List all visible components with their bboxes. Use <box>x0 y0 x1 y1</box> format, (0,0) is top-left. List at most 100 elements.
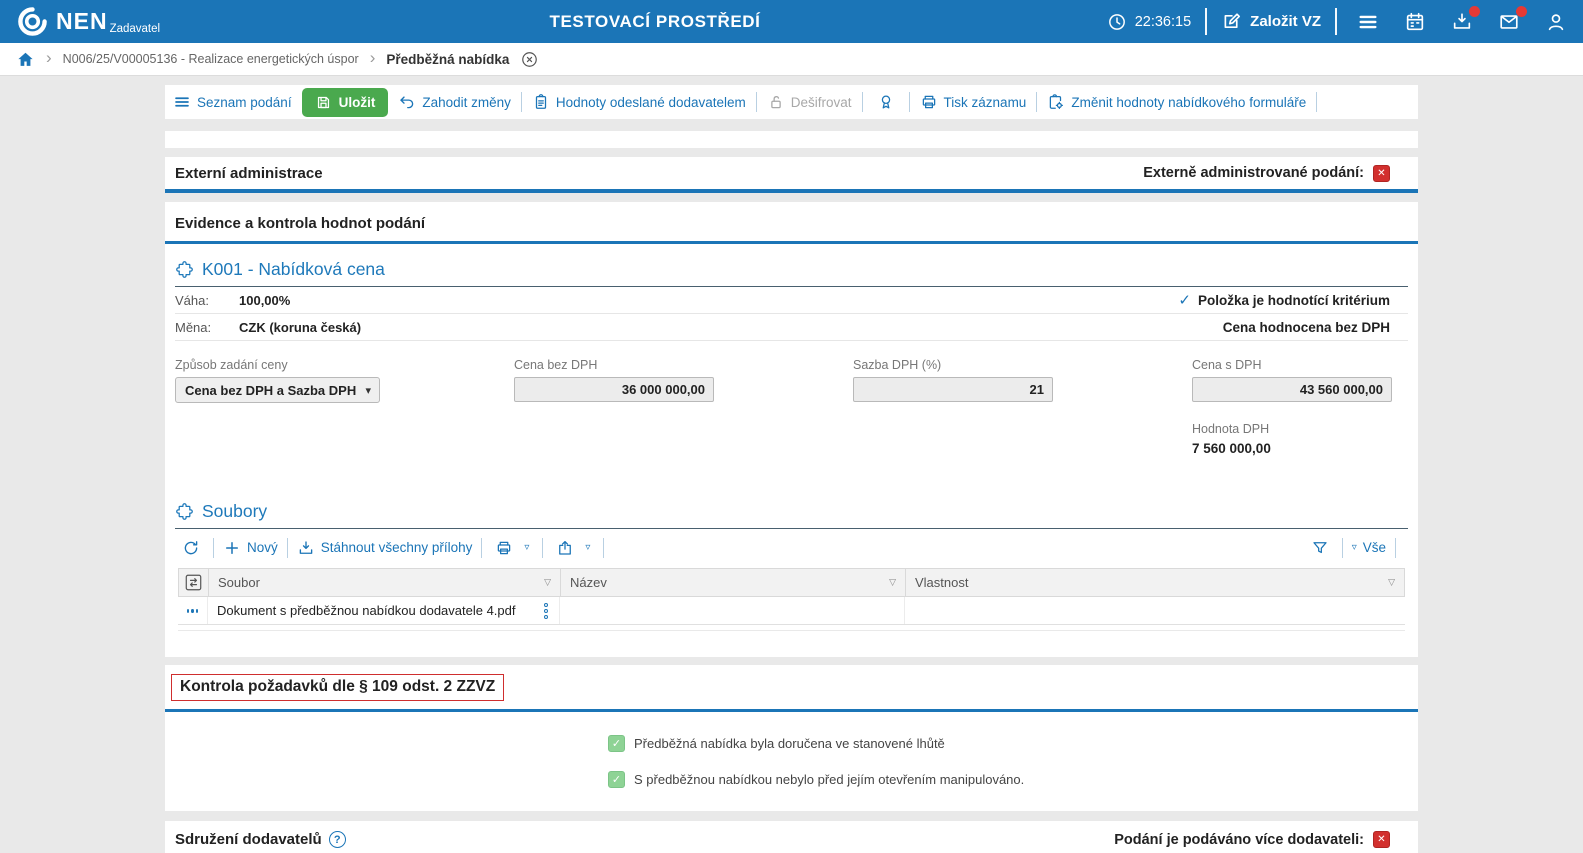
create-vz-button[interactable]: Založit VZ <box>1221 11 1321 32</box>
dropdown-triangle-icon: ▿ <box>524 542 529 553</box>
chevron-right-icon: › <box>46 49 52 66</box>
breadcrumb-procurement-link[interactable]: N006/25/V00005136 - Realizace energetick… <box>63 52 359 66</box>
award-ribbon-icon <box>877 93 895 111</box>
criterion-note: Položka je hodnotící kritérium <box>1198 293 1390 308</box>
printer-icon <box>920 93 938 111</box>
breadcrumb: › N006/25/V00005136 - Realizace energeti… <box>0 43 1583 76</box>
sort-icon: ▽ <box>544 577 551 588</box>
clock-group: 22:36:15 <box>1107 12 1191 32</box>
vat-rate-input[interactable] <box>853 377 1053 402</box>
edit-icon <box>1221 11 1242 32</box>
column-settings-button[interactable] <box>179 569 209 596</box>
filter-button[interactable] <box>1307 539 1333 557</box>
breadcrumb-current[interactable]: Předběžná nabídka <box>386 52 509 67</box>
decrypt-button[interactable]: Dešifrovat <box>767 93 852 111</box>
download-all-button[interactable]: Stáhnout všechny přílohy <box>297 539 473 557</box>
chevron-right-icon: › <box>370 49 376 66</box>
downloads-button[interactable] <box>1451 11 1473 33</box>
consortium-flag-label: Podání je podáváno více dodavateli: <box>1114 832 1364 848</box>
save-floppy-icon <box>315 94 332 111</box>
print-record-button[interactable]: Tisk záznamu <box>920 93 1027 111</box>
signature-button[interactable] <box>873 93 899 111</box>
green-checkbox[interactable]: ✓ <box>608 735 625 752</box>
consortium-section: Sdružení dodavatelů ? Podání je podáváno… <box>165 821 1418 853</box>
price-method-select[interactable]: Cena bez DPH a Sazba DPH ▾ <box>175 377 380 403</box>
discard-changes-button[interactable]: Zahodit změny <box>398 93 511 111</box>
divider <box>1335 8 1337 35</box>
clipboard-gear-icon <box>1047 93 1065 111</box>
requirement-check-untampered: ✓ S předběžnou nabídkou nebylo před její… <box>608 771 1418 788</box>
close-tab-button[interactable] <box>520 50 539 69</box>
clock-time: 22:36:15 <box>1135 14 1191 30</box>
divider <box>287 538 288 558</box>
requirement-text: Předběžná nabídka byla doručena ve stano… <box>634 736 945 751</box>
column-header-vlastnost[interactable]: Vlastnost ▽ <box>906 569 1404 596</box>
row-handle[interactable] <box>178 597 208 624</box>
price-incl-input[interactable] <box>1192 377 1392 402</box>
divider <box>481 538 482 558</box>
messages-button[interactable] <box>1498 11 1520 33</box>
divider <box>603 538 604 558</box>
nen-logo[interactable]: NEN Zadavatel <box>16 5 160 38</box>
print-menu-button[interactable]: ▿ <box>491 539 533 557</box>
row-menu-button[interactable] <box>542 601 550 621</box>
refresh-button[interactable] <box>178 539 204 557</box>
requirement-text: S předběžnou nabídkou nebylo před jejím … <box>634 772 1024 787</box>
refresh-icon <box>182 539 200 557</box>
vat-amount-field: Hodnota DPH 7 560 000,00 <box>1192 422 1392 456</box>
sort-icon: ▽ <box>889 577 896 588</box>
vat-note: Cena hodnocena bez DPH <box>1223 320 1390 335</box>
dots-icon <box>187 609 189 613</box>
file-title-cell <box>560 597 905 624</box>
consortium-flag-toggle[interactable]: ✕ <box>1373 831 1390 848</box>
table-row[interactable]: Dokument s předběžnou nabídkou dodavatel… <box>178 597 1405 625</box>
submissions-list-button[interactable]: Seznam podání <box>173 93 292 111</box>
help-button[interactable]: ? <box>329 831 346 848</box>
column-header-soubor[interactable]: Soubor ▽ <box>209 569 561 596</box>
external-admin-flag-toggle[interactable]: ✕ <box>1373 165 1390 182</box>
price-excl-field: Cena bez DPH <box>514 358 853 403</box>
column-header-nazev[interactable]: Název ▽ <box>561 569 906 596</box>
view-filter-select[interactable]: ▿ Vše <box>1352 540 1386 555</box>
calendar-button[interactable] <box>1404 11 1426 33</box>
dots-icon <box>196 609 198 613</box>
consortium-title: Sdružení dodavatelů <box>175 831 322 848</box>
new-file-button[interactable]: Nový <box>223 539 278 557</box>
currency-label: Měna: <box>175 320 239 335</box>
requirements-section: Kontrola požadavků dle § 109 odst. 2 ZZV… <box>165 665 1418 811</box>
files-table: Soubor ▽ Název ▽ Vlastnost ▽ <box>178 568 1405 631</box>
save-button[interactable]: Uložit <box>302 88 389 117</box>
export-menu-button[interactable]: ▿ <box>552 539 594 557</box>
home-button[interactable] <box>16 50 35 69</box>
menu-button[interactable] <box>1357 11 1379 33</box>
price-method-field: Způsob zadání ceny Cena bez DPH a Sazba … <box>175 358 514 403</box>
action-toolbar: Seznam podání Uložit Zahodit změny Hodno <box>165 85 1418 119</box>
green-checkbox[interactable]: ✓ <box>608 771 625 788</box>
notification-dot <box>1516 6 1527 17</box>
download-icon <box>297 539 315 557</box>
currency-value: CZK (koruna česká) <box>239 320 361 335</box>
price-excl-input[interactable] <box>514 377 714 402</box>
environment-title: TESTOVACÍ PROSTŘEDÍ <box>549 12 760 32</box>
puzzle-icon <box>175 260 194 279</box>
files-table-header: Soubor ▽ Název ▽ Vlastnost ▽ <box>178 568 1405 597</box>
files-toolbar: Nový Stáhnout všechny přílohy <box>175 529 1408 566</box>
notification-dot <box>1469 6 1480 17</box>
top-header: NEN Zadavatel TESTOVACÍ PROSTŘEDÍ 22:36:… <box>0 0 1583 43</box>
sliders-icon <box>185 574 202 591</box>
user-button[interactable] <box>1545 11 1567 33</box>
price-method-label: Způsob zadání ceny <box>175 358 514 372</box>
divider <box>862 92 863 112</box>
vat-rate-field: Sazba DPH (%) <box>853 358 1192 403</box>
change-form-values-button[interactable]: Změnit hodnoty nabídkového formuláře <box>1047 93 1306 111</box>
share-icon <box>556 539 574 557</box>
divider <box>521 92 522 112</box>
evidence-section: Evidence a kontrola hodnot podání K001 -… <box>165 202 1418 657</box>
funnel-icon <box>1311 539 1329 557</box>
files-section: Soubory Nový <box>165 486 1418 631</box>
chevron-down-icon: ▾ <box>365 384 371 397</box>
list-icon <box>173 93 191 111</box>
supplier-values-button[interactable]: Hodnoty odeslané dodavatelem <box>532 93 746 111</box>
brand-subtitle: Zadavatel <box>110 23 161 35</box>
content-area: Seznam podání Uložit Zahodit změny Hodno <box>0 76 1583 853</box>
